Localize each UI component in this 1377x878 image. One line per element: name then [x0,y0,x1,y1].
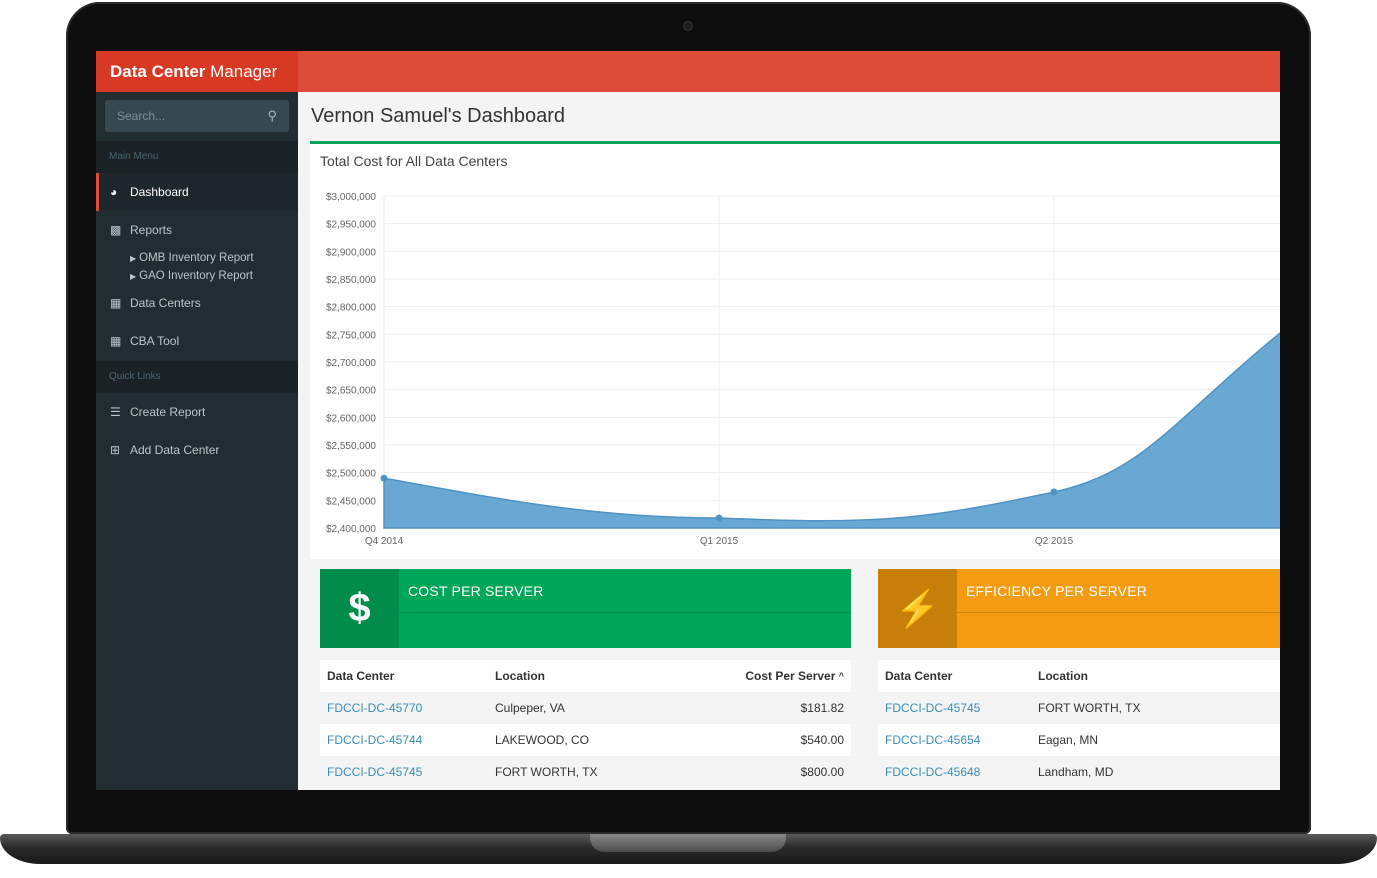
column-header-data-center[interactable]: Data Center [885,660,952,692]
column-header-cost[interactable]: Cost Per Server ^ [745,660,844,692]
plus-square-icon: ⊞ [110,443,121,457]
sidebar-subitem-label: OMB Inventory Report [139,252,254,264]
table-row: FDCCI-DC-45770 Culpeper, VA $181.82 [320,692,851,724]
sidebar-item-create-report[interactable]: ☰ Create Report [96,393,298,431]
y-tick-label: $2,450,000 [326,496,376,507]
location-cell: Eagan, MN [1038,733,1099,747]
bar-chart-icon: ▩ [110,223,122,237]
info-box-label: EFFICIENCY PER SERVER [966,583,1148,599]
info-box-divider [399,612,851,613]
y-tick-label: $2,800,000 [326,303,376,314]
sidebar: Search... ⚲ Main Menu ◕ Dashboard ▩ Report… [96,92,298,790]
caret-right-icon: ▶ [130,272,137,281]
page-title: Vernon Samuel's Dashboard [311,105,565,127]
bolt-icon: ⚡ [878,569,957,648]
table-row: FDCCI-DC-45745 FORT WORTH, TX $800.00 [320,756,851,788]
cost-cell: $800.00 [800,765,844,779]
x-tick-label: Q1 2015 [700,536,739,547]
y-tick-label: $2,500,000 [326,469,376,480]
data-center-link[interactable]: FDCCI-DC-45648 [885,756,980,788]
data-point [715,514,723,522]
sliders-icon: ☰ [110,405,121,419]
sidebar-item-add-data-center[interactable]: ⊞ Add Data Center [96,431,298,469]
app-title-bold: Data Center [110,62,206,81]
dollar-icon: $ [320,569,399,648]
dashboard-icon: ◕ [110,185,118,199]
y-tick-label: $2,850,000 [326,275,376,286]
sidebar-item-dashboard[interactable]: ◕ Dashboard [96,173,298,211]
search-placeholder: Search... [117,109,166,123]
sort-asc-icon: ^ [838,671,844,681]
data-center-link[interactable]: FDCCI-DC-45744 [327,724,422,756]
location-cell: FORT WORTH, TX [1038,701,1141,715]
sidebar-item-cba-tool[interactable]: ▦ CBA Tool [96,322,298,360]
column-header-data-center[interactable]: Data Center [327,660,394,692]
y-tick-label: $2,400,000 [326,524,376,535]
location-cell: Culpeper, VA [495,701,565,715]
sidebar-item-reports[interactable]: ▩ Reports [96,211,298,249]
x-tick-label: Q4 2014 [365,536,404,547]
column-header-label: Cost Per Server [745,669,836,683]
camera-icon [684,22,692,30]
column-header-location[interactable]: Location [495,660,545,692]
app-title-rest: Manager [205,62,278,81]
main-content: Vernon Samuel's Dashboard Total Cost for… [298,92,1280,790]
data-point [380,474,388,482]
y-tick-label: $2,950,000 [326,220,376,231]
chart-canvas: $3,000,000 $2,950,000 $2,900,000 $2,850,000… [326,192,1280,547]
y-tick-label: $3,000,000 [326,192,376,203]
efficiency-per-server-box: ⚡ EFFICIENCY PER SERVER [878,569,1280,648]
cost-per-server-box: $ COST PER SERVER [320,569,851,648]
y-tick-label: $2,700,000 [326,358,376,369]
info-box-divider [957,612,1280,613]
data-center-link[interactable]: FDCCI-DC-45770 [327,692,422,724]
sidebar-item-label: Dashboard [130,185,189,199]
y-tick-label: $2,550,000 [326,441,376,452]
info-box-label: COST PER SERVER [408,583,544,599]
sidebar-subitem-omb-report[interactable]: ▶ OMB Inventory Report [130,252,254,264]
sidebar-item-label: Add Data Center [130,443,220,457]
cost-cell: $540.00 [800,733,844,747]
y-tick-label: $2,650,000 [326,386,376,397]
table-row: FDCCI-DC-45648 Landham, MD [878,756,1280,788]
y-tick-label: $2,750,000 [326,330,376,341]
sidebar-item-label: Reports [130,223,173,237]
x-tick-label: Q2 2015 [1035,536,1074,547]
calculator-icon: ▦ [110,334,122,348]
sidebar-subitem-label: GAO Inventory Report [139,270,253,282]
search-input[interactable]: Search... ⚲ [105,100,289,132]
area-series [383,332,1280,529]
cost-cell: $181.82 [800,701,844,715]
sidebar-item-label: Data Centers [130,296,201,310]
data-center-link[interactable]: FDCCI-DC-45745 [327,756,422,788]
sidebar-item-data-centers[interactable]: ▦ Data Centers [96,284,298,322]
data-point [1050,488,1058,496]
caret-right-icon: ▶ [130,254,137,263]
data-center-link[interactable]: FDCCI-DC-45745 [885,692,980,724]
table-icon: ▦ [110,296,122,310]
table-row: FDCCI-DC-45745 FORT WORTH, TX [878,692,1280,724]
data-center-link[interactable]: FDCCI-DC-45654 [885,724,980,756]
laptop-notch [590,834,786,852]
y-tick-label: $2,900,000 [326,247,376,258]
main-menu-header: Main Menu [96,141,298,173]
quick-links-header: Quick Links [96,361,298,393]
sidebar-item-label: Create Report [130,405,206,419]
sidebar-item-label: CBA Tool [130,334,180,348]
search-icon[interactable]: ⚲ [267,100,277,132]
location-cell: FORT WORTH, TX [495,765,598,779]
location-cell: LAKEWOOD, CO [495,733,590,747]
y-tick-label: $2,600,000 [326,413,376,424]
app-screen: Data Center Manager Search... ⚲ Main Men… [96,51,1280,790]
column-header-location[interactable]: Location [1038,660,1088,692]
app-logo[interactable]: Data Center Manager [96,51,298,92]
location-cell: Landham, MD [1038,765,1114,779]
table-row: FDCCI-DC-45654 Eagan, MN [878,724,1280,756]
total-cost-chart: Total Cost for All Data Centers $3,000,0… [310,141,1280,559]
sidebar-subitem-gao-report[interactable]: ▶ GAO Inventory Report [130,270,253,282]
table-row: FDCCI-DC-45744 LAKEWOOD, CO $540.00 [320,724,851,756]
